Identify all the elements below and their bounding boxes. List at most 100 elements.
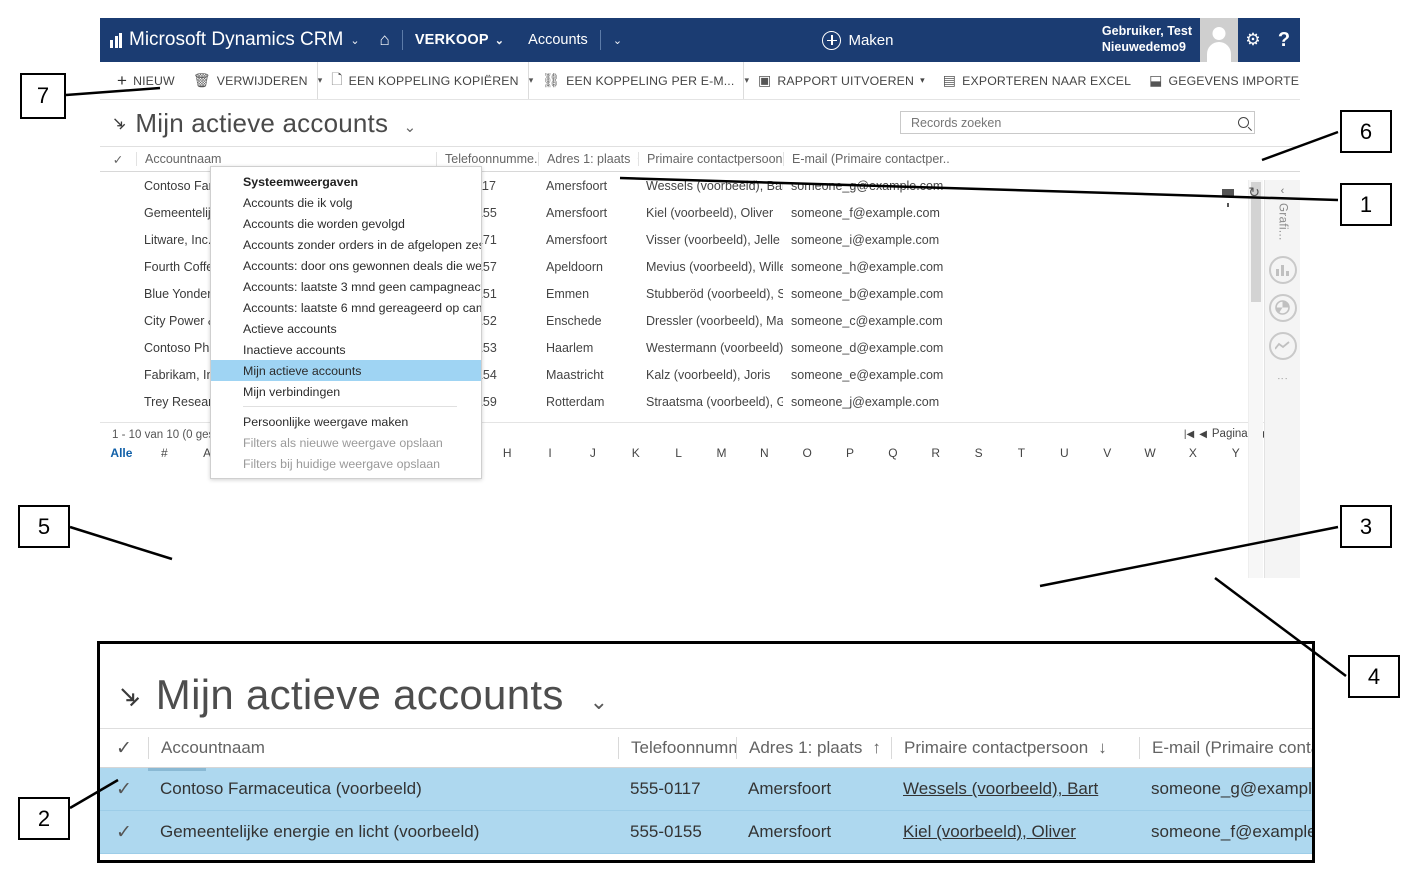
view-menu-item[interactable]: Accounts: door ons gewonnen deals die we…: [211, 255, 481, 276]
nav-entity-accounts[interactable]: Accounts: [516, 18, 600, 62]
zoom-view-selector[interactable]: Mijn actieve accounts ⌄: [156, 671, 609, 719]
zoom-grid-header-accountnaam[interactable]: Accountnaam: [148, 737, 618, 759]
view-menu-action: Filters bij huidige weergave opslaan: [243, 456, 440, 471]
zoom-grid-header-select-all[interactable]: ✓: [100, 737, 148, 759]
trash-icon: 🗑: [192, 72, 211, 88]
command-label: RAPPORT UITVOEREN: [777, 73, 915, 88]
zoom-grid-header-telefoonnummer[interactable]: Telefoonnumme...: [618, 737, 736, 759]
nav-module-verkoop[interactable]: VERKOOP ⌄: [403, 18, 516, 62]
create-button[interactable]: Maken: [810, 18, 905, 62]
zoom-grid-header-email[interactable]: E-mail (Primaire contactper..: [1139, 737, 1312, 759]
chart-pane-label: Grafi...: [1276, 203, 1289, 241]
column-label: E-mail (Primaire contactper..: [1152, 738, 1312, 757]
grid-header-email[interactable]: E-mail (Primaire contactper..: [783, 152, 993, 166]
zoom-grid-header-primaire-contactpersoon[interactable]: Primaire contactpersoon ↓: [891, 737, 1139, 759]
alpha-filter-r[interactable]: R: [914, 446, 957, 460]
view-menu-item[interactable]: Accounts: laatste 6 mnd gereageerd op ca…: [211, 297, 481, 318]
cell-contactpersoon[interactable]: Wessels (voorbeeld), Bart: [891, 779, 1139, 799]
plus-circle-icon: [822, 30, 842, 50]
search-input[interactable]: [909, 114, 1234, 131]
command-een-koppeling-kopieren[interactable]: 🗋 EEN KOPPELING KOPIËREN: [322, 62, 527, 99]
brand-dynamics-crm[interactable]: Microsoft Dynamics CRM ⌄: [100, 18, 366, 62]
column-label: Accountnaam: [145, 152, 222, 166]
alpha-filter-h[interactable]: H: [486, 446, 529, 460]
command-een-koppeling-per-email[interactable]: ⛓ EEN KOPPELING PER E-M...: [533, 62, 743, 99]
command-exporteren-naar-excel[interactable]: ▤ EXPORTEREN NAAR EXCEL: [934, 62, 1140, 99]
view-menu-item[interactable]: Accounts: laatste 3 mnd geen campagneact…: [211, 276, 481, 297]
alpha-filter-o[interactable]: O: [786, 446, 829, 460]
view-menu-item[interactable]: Accounts zonder orders in de afgelopen z…: [211, 234, 481, 255]
cell-plaats: Rotterdam: [546, 394, 605, 409]
refresh-icon[interactable]: ↻: [1248, 184, 1260, 201]
grid-header-telefoonnummer[interactable]: Telefoonnumme...: [436, 152, 538, 166]
cell-contactpersoon: Kalz (voorbeeld), Joris: [646, 367, 771, 382]
alpha-filter-x[interactable]: X: [1171, 446, 1214, 460]
home-icon[interactable]: ⌂: [366, 18, 402, 62]
help-icon[interactable]: ?: [1268, 18, 1300, 62]
alpha-filter-w[interactable]: W: [1129, 446, 1172, 460]
command-label: NIEUW: [133, 73, 175, 88]
alpha-filter-t[interactable]: T: [1000, 446, 1043, 460]
cell-contactpersoon[interactable]: Kiel (voorbeeld), Oliver: [891, 822, 1139, 842]
command-gegevens-importeren[interactable]: ⬓ GEGEVENS IMPORTEREN: [1140, 62, 1300, 99]
pin-icon[interactable]: ⇥: [107, 111, 131, 135]
view-menu-item[interactable]: Mijn verbindingen: [211, 381, 481, 402]
cell-email: someone_h@example.com: [791, 259, 944, 274]
zoom-table-row[interactable]: ✓ Contoso Farmaceutica (voorbeeld) 555-011…: [100, 768, 1312, 811]
alpha-filter-p[interactable]: P: [829, 446, 872, 460]
command-rapport-uitvoeren[interactable]: ▣ RAPPORT UITVOEREN ▾: [749, 62, 934, 99]
alpha-filter-s[interactable]: S: [957, 446, 1000, 460]
zoom-grid-header-adres-plaats[interactable]: Adres 1: plaats ↑: [736, 737, 891, 759]
command-nieuw[interactable]: + NIEUW: [108, 62, 184, 99]
import-icon: ⬓: [1149, 72, 1163, 88]
view-menu-item[interactable]: Accounts die worden gevolgd: [211, 213, 481, 234]
alpha-filter-m[interactable]: M: [700, 446, 743, 460]
view-menu-item[interactable]: Accounts die ik volg: [211, 192, 481, 213]
grid-header-adres-plaats[interactable]: Adres 1: plaats ↑: [538, 152, 638, 166]
alpha-filter-j[interactable]: J: [571, 446, 614, 460]
view-menu-item[interactable]: Mijn actieve accounts: [211, 360, 481, 381]
cell-email: someone_c@example.com: [791, 313, 943, 328]
view-selector[interactable]: Mijn actieve accounts ⌄: [135, 108, 416, 139]
alpha-filter-l[interactable]: L: [657, 446, 700, 460]
prev-page-icon[interactable]: ◀: [1199, 429, 1207, 440]
grid-scrollbar[interactable]: [1248, 180, 1263, 578]
grid-header-accountnaam[interactable]: Accountnaam: [136, 152, 436, 166]
user-name-block[interactable]: Gebruiker, Test Nieuwedemo9: [1082, 18, 1200, 62]
view-menu-item[interactable]: Actieve accounts: [211, 318, 481, 339]
search-box[interactable]: [900, 111, 1255, 134]
bar-chart-icon[interactable]: [1268, 255, 1297, 284]
zoom-grid-header-row: ✓ Accountnaam Telefoonnumme... Adres 1: …: [100, 728, 1312, 768]
alpha-filter-alle[interactable]: Alle: [100, 446, 143, 460]
more-options-icon[interactable]: ⋮: [1276, 373, 1289, 385]
alpha-filter-i[interactable]: I: [529, 446, 572, 460]
gear-icon[interactable]: ⚙: [1238, 18, 1268, 62]
alpha-filter-k[interactable]: K: [614, 446, 657, 460]
zoom-table-row[interactable]: ✓ Gemeentelijke energie en licht (voorbee…: [100, 811, 1312, 854]
alpha-filter-#[interactable]: #: [143, 446, 186, 460]
row-checkbox[interactable]: ✓: [100, 823, 148, 842]
search-icon[interactable]: [1235, 114, 1252, 131]
avatar[interactable]: [1200, 18, 1238, 62]
nav-entity-dropdown[interactable]: ⌄: [601, 18, 634, 62]
view-menu-action[interactable]: Persoonlijke weergave maken: [211, 411, 481, 432]
row-checkbox[interactable]: ✓: [100, 780, 148, 799]
view-menu-item[interactable]: Inactieve accounts: [211, 339, 481, 360]
grid-header-primaire-contactpersoon[interactable]: Primaire contactpersoon ↓: [638, 152, 783, 166]
funnel-icon[interactable]: [1222, 189, 1235, 207]
alpha-filter-u[interactable]: U: [1043, 446, 1086, 460]
pin-icon[interactable]: ⇥: [110, 676, 148, 713]
chevron-left-icon[interactable]: ‹: [1281, 185, 1285, 197]
grid-header-select-all[interactable]: ✓: [100, 152, 136, 167]
alpha-filter-q[interactable]: Q: [871, 446, 914, 460]
pie-chart-icon[interactable]: [1268, 293, 1297, 322]
first-page-icon[interactable]: |◀: [1184, 429, 1194, 440]
command-verwijderen[interactable]: 🗑 VERWIJDEREN: [184, 62, 317, 99]
contact-link[interactable]: Wessels (voorbeeld), Bart: [903, 779, 1098, 799]
area-chart-icon[interactable]: [1268, 331, 1297, 360]
cell-plaats: Amersfoort: [748, 779, 832, 798]
callout-badge-6: 6: [1340, 110, 1392, 153]
alpha-filter-v[interactable]: V: [1086, 446, 1129, 460]
contact-link[interactable]: Kiel (voorbeeld), Oliver: [903, 822, 1076, 842]
alpha-filter-n[interactable]: N: [743, 446, 786, 460]
